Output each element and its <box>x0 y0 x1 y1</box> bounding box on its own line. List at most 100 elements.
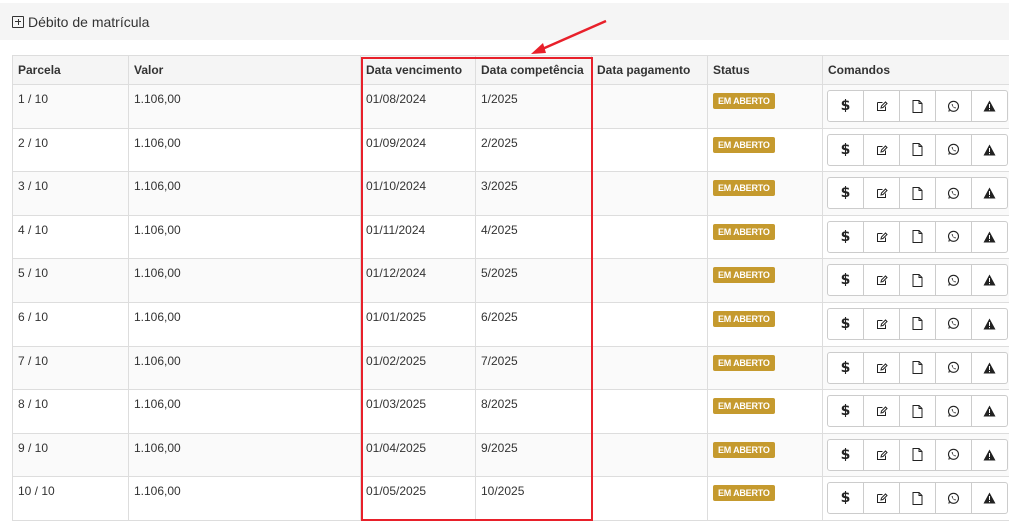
status-badge: EM ABERTO <box>713 93 775 109</box>
cell-parcela: 8 / 10 <box>12 389 129 434</box>
cell-data-competencia: 10/2025 <box>475 476 592 521</box>
cell-comandos: $ <box>822 127 1009 173</box>
document-button[interactable] <box>899 307 936 340</box>
header-comandos: Comandos <box>822 55 1009 85</box>
cell-data-pagamento <box>591 258 708 303</box>
pay-button[interactable]: $ <box>827 177 864 210</box>
pay-button[interactable]: $ <box>827 264 864 297</box>
whatsapp-button[interactable] <box>935 90 972 122</box>
edit-icon <box>876 274 888 286</box>
table-row: 3 / 10 1.106,00 01/10/2024 3/2025 EM ABERTO $ <box>12 171 1009 216</box>
whatsapp-button[interactable] <box>935 438 972 471</box>
cell-data-vencimento: 01/02/2025 <box>360 345 476 391</box>
document-button[interactable] <box>899 264 936 297</box>
warning-button[interactable] <box>971 133 1008 166</box>
warning-button[interactable] <box>971 351 1008 384</box>
pay-button[interactable]: $ <box>827 90 864 122</box>
warning-button[interactable] <box>971 482 1008 515</box>
edit-button[interactable] <box>863 307 900 340</box>
document-icon <box>912 317 923 331</box>
header-data-competencia: Data competência <box>475 55 592 85</box>
pay-button[interactable]: $ <box>827 395 864 428</box>
table-row: 4 / 10 1.106,00 01/11/2024 4/2025 EM ABERTO $ <box>12 214 1009 260</box>
cell-status: EM ABERTO <box>707 84 823 129</box>
document-button[interactable] <box>899 177 936 210</box>
warning-button[interactable] <box>971 395 1008 428</box>
cell-comandos: $ <box>822 214 1009 260</box>
status-badge: EM ABERTO <box>713 441 775 458</box>
cell-comandos: $ <box>822 84 1009 129</box>
command-button-group: $ <box>827 482 1009 515</box>
edit-button[interactable] <box>863 220 900 253</box>
whatsapp-button[interactable] <box>935 307 972 340</box>
whatsapp-button[interactable] <box>935 220 972 253</box>
whatsapp-icon <box>947 187 960 200</box>
edit-button[interactable] <box>863 482 900 515</box>
warning-button[interactable] <box>971 307 1008 340</box>
document-button[interactable] <box>899 220 936 253</box>
edit-button[interactable] <box>863 351 900 384</box>
warning-button[interactable] <box>971 177 1008 210</box>
cell-data-pagamento <box>591 432 708 478</box>
status-badge: EM ABERTO <box>713 398 775 415</box>
pay-button[interactable]: $ <box>827 133 864 166</box>
whatsapp-button[interactable] <box>935 133 972 166</box>
document-button[interactable] <box>899 438 936 471</box>
plus-square-icon[interactable] <box>12 15 24 28</box>
pay-button[interactable]: $ <box>827 351 864 384</box>
edit-button[interactable] <box>863 177 900 210</box>
cell-data-pagamento <box>591 389 708 434</box>
document-button[interactable] <box>899 395 936 428</box>
document-button[interactable] <box>899 90 936 122</box>
whatsapp-button[interactable] <box>935 351 972 384</box>
warning-button[interactable] <box>971 438 1008 471</box>
whatsapp-button[interactable] <box>935 264 972 297</box>
cell-data-vencimento: 01/12/2024 <box>360 258 476 303</box>
cell-data-vencimento: 01/09/2024 <box>360 127 476 173</box>
cell-data-competencia: 8/2025 <box>475 389 592 434</box>
cell-parcela: 2 / 10 <box>12 127 129 173</box>
cell-data-vencimento: 01/03/2025 <box>360 389 476 434</box>
warning-button[interactable] <box>971 264 1008 297</box>
cell-valor: 1.106,00 <box>128 214 361 260</box>
command-button-group: $ <box>827 177 1009 210</box>
warning-button[interactable] <box>971 220 1008 253</box>
warning-button[interactable] <box>971 90 1008 122</box>
cell-parcela: 4 / 10 <box>12 214 129 260</box>
edit-button[interactable] <box>863 438 900 471</box>
dollar-icon: $ <box>840 359 851 376</box>
edit-icon <box>876 405 888 417</box>
cell-valor: 1.106,00 <box>128 389 361 434</box>
edit-button[interactable] <box>863 133 900 166</box>
pay-button[interactable]: $ <box>827 482 864 515</box>
dollar-icon: $ <box>840 185 851 202</box>
edit-button[interactable] <box>863 90 900 122</box>
cell-status: EM ABERTO <box>707 476 823 521</box>
edit-button[interactable] <box>863 395 900 428</box>
cell-parcela: 7 / 10 <box>12 345 129 391</box>
header-parcela: Parcela <box>12 55 129 85</box>
cell-data-competencia: 7/2025 <box>475 345 592 391</box>
whatsapp-button[interactable] <box>935 395 972 428</box>
cell-comandos: $ <box>822 432 1009 478</box>
cell-parcela: 3 / 10 <box>12 171 129 216</box>
pay-button[interactable]: $ <box>827 307 864 340</box>
edit-button[interactable] <box>863 264 900 297</box>
edit-icon <box>876 100 888 112</box>
document-button[interactable] <box>899 133 936 166</box>
document-icon <box>912 230 923 244</box>
whatsapp-icon <box>947 230 960 243</box>
table-row: 10 / 10 1.106,00 01/05/2025 10/2025 EM ABERT… <box>12 476 1009 521</box>
pay-button[interactable]: $ <box>827 438 864 471</box>
whatsapp-button[interactable] <box>935 177 972 210</box>
document-button[interactable] <box>899 351 936 384</box>
whatsapp-icon <box>947 100 960 113</box>
cell-data-vencimento: 01/11/2024 <box>360 214 476 260</box>
warning-icon <box>983 187 996 199</box>
pay-button[interactable]: $ <box>827 220 864 253</box>
warning-icon <box>983 100 996 112</box>
cell-status: EM ABERTO <box>707 345 823 391</box>
document-button[interactable] <box>899 482 936 515</box>
section-header-debito-matricula[interactable]: Débito de matrícula <box>0 3 1009 40</box>
whatsapp-button[interactable] <box>935 482 972 515</box>
